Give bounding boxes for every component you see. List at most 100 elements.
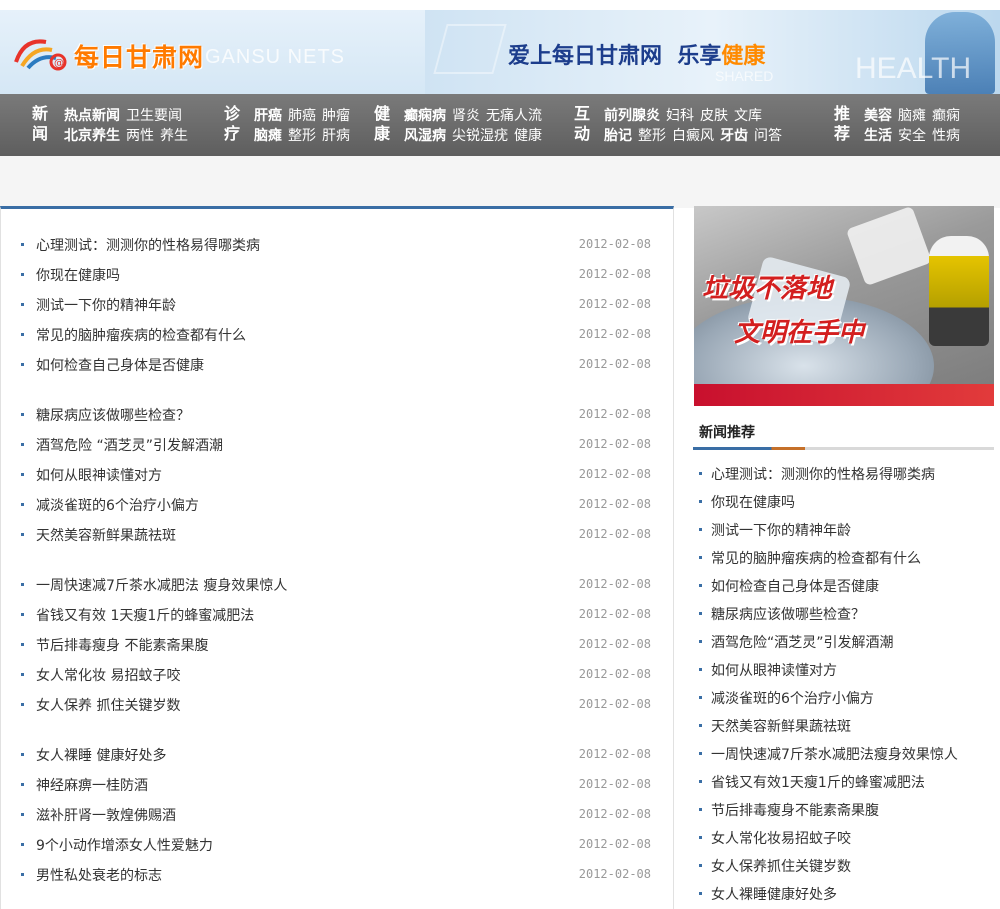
bullet-icon <box>21 703 24 706</box>
recommend-list-item: 你现在健康吗 <box>699 491 989 513</box>
news-title-link[interactable]: 女人保养 抓住关键岁数 <box>36 695 180 715</box>
recommend-list-item: 女人裸睡健康好处多 <box>699 883 989 905</box>
recommend-title-link[interactable]: 一周快速减7斤茶水减肥法瘦身效果惊人 <box>711 744 958 764</box>
nav-link[interactable]: 肿瘤 <box>322 108 350 124</box>
nav-link[interactable]: 两性 <box>126 128 154 144</box>
nav-link[interactable]: 整形 <box>638 128 666 144</box>
sidebar: 垃圾不落地 文明在手中 新闻推荐 心理测试：测测你的性格易得哪类病 你现在健康吗测… <box>693 206 994 909</box>
nav-link[interactable]: 整形 <box>288 128 316 144</box>
news-title-link[interactable]: 天然美容新鲜果蔬祛斑 <box>36 525 176 545</box>
bullet-icon <box>699 640 702 643</box>
news-date: 2012-02-08 <box>578 777 651 791</box>
promo-photo[interactable]: 垃圾不落地 文明在手中 <box>694 206 994 406</box>
recommend-title-link[interactable]: 天然美容新鲜果蔬祛斑 <box>711 716 851 736</box>
nav-link[interactable]: 癫痫病 <box>404 108 446 124</box>
recommend-title-link[interactable]: 女人裸睡健康好处多 <box>711 884 837 904</box>
news-date: 2012-02-08 <box>578 497 651 511</box>
nav-link[interactable]: 生活 <box>864 128 892 144</box>
recommend-title-link[interactable]: 如何从眼神读懂对方 <box>711 660 837 680</box>
news-title-link[interactable]: 如何从眼神读懂对方 <box>36 465 162 485</box>
recommend-title-link[interactable]: 糖尿病应该做哪些检查？ <box>711 604 865 624</box>
recommend-title-link[interactable]: 酒驾危险“酒芝灵”引发解酒潮 <box>711 632 894 652</box>
nav-link[interactable]: 美容 <box>864 108 892 124</box>
recommend-title-link[interactable]: 心理测试：测测你的性格易得哪类病 <box>711 464 935 484</box>
nav-link[interactable]: 皮肤 <box>700 108 728 124</box>
news-title-link[interactable]: 你现在健康吗 <box>36 265 120 285</box>
news-title-link[interactable]: 酒驾危险 “酒芝灵”引发解酒潮 <box>36 435 223 455</box>
recommend-title-link[interactable]: 减淡雀斑的6个治疗小偏方 <box>711 688 874 708</box>
recommend-list-item: 女人常化妆易招蚊子咬 <box>699 827 989 849</box>
news-title-link[interactable]: 神经麻痹一桂防酒 <box>36 775 148 795</box>
nav-link[interactable]: 白癜风 <box>672 128 714 144</box>
recommend-title-link[interactable]: 节后排毒瘦身不能素斋果腹 <box>711 800 879 820</box>
recommend-title-link[interactable]: 测试一下你的精神年龄 <box>711 520 851 540</box>
news-date: 2012-02-08 <box>578 667 651 681</box>
logo-swirl-icon: @ <box>14 39 67 71</box>
nav-category-char: 动 <box>573 124 590 143</box>
nav-link[interactable]: 尖锐湿疣 <box>452 128 508 144</box>
recommend-title-link[interactable]: 省钱又有效1天瘦1斤的蜂蜜减肥法 <box>711 772 925 792</box>
news-title-link[interactable]: 测试一下你的精神年龄 <box>36 295 176 315</box>
recommend-title-link[interactable]: 女人常化妆易招蚊子咬 <box>711 828 851 848</box>
nav-link[interactable]: 养生 <box>160 128 188 144</box>
news-title-link[interactable]: 减淡雀斑的6个治疗小偏方 <box>36 495 199 515</box>
recommend-title-link[interactable]: 你现在健康吗 <box>711 492 795 512</box>
nav-link[interactable]: 癫痫 <box>932 108 960 124</box>
nav-link[interactable]: 风湿病 <box>404 128 446 144</box>
nav-link[interactable]: 安全 <box>898 128 926 144</box>
nav-link[interactable]: 肺癌 <box>288 108 316 124</box>
nav-category: 互动 <box>572 104 592 144</box>
nav-link[interactable]: 妇科 <box>666 108 694 124</box>
nav-link[interactable]: 肝病 <box>322 128 350 144</box>
nav-link[interactable]: 性病 <box>932 128 960 144</box>
nav-link[interactable]: 牙齿 <box>720 128 748 144</box>
nav-link[interactable]: 肾炎 <box>452 108 480 124</box>
news-title-link[interactable]: 省钱又有效 1天瘦1斤的蜂蜜减肥法 <box>36 605 254 625</box>
nav-link[interactable]: 文库 <box>734 108 762 124</box>
recommend-header: 新闻推荐 <box>693 418 994 450</box>
recommend-list-item: 节后排毒瘦身不能素斋果腹 <box>699 799 989 821</box>
nav-link[interactable]: 健康 <box>514 128 542 144</box>
nav-link-row: 肝癌 肺癌 肿瘤 <box>254 106 356 126</box>
nav-link[interactable]: 脑瘫 <box>898 108 926 124</box>
news-list-item: 神经麻痹一桂防酒 2012-02-08 <box>21 774 657 796</box>
news-title-link[interactable]: 滋补肝肾一敦煌佛赐酒 <box>36 805 176 825</box>
recommend-title-link[interactable]: 如何检查自己身体是否健康 <box>711 576 879 596</box>
nav-link[interactable]: 脑瘫 <box>254 128 282 144</box>
bullet-icon <box>699 696 702 699</box>
news-title-link[interactable]: 男性私处衰老的标志 <box>36 865 162 885</box>
nav-link-row: 脑瘫 整形 肝病 <box>254 126 356 146</box>
recommend-title-link[interactable]: 女人保养抓住关键岁数 <box>711 856 851 876</box>
recommend-title-link[interactable]: 常见的脑肿瘤疾病的检查都有什么 <box>711 548 921 568</box>
news-title-link[interactable]: 一周快速减7斤茶水减肥法 瘦身效果惊人 <box>36 575 287 595</box>
news-list-panel: 心理测试：测测你的性格易得哪类病 2012-02-08 你现在健康吗 2012-02-… <box>0 206 674 909</box>
recommend-underline <box>693 447 805 450</box>
news-title-link[interactable]: 节后排毒瘦身 不能素斋果腹 <box>36 635 208 655</box>
nav-link[interactable]: 北京养生 <box>64 128 120 144</box>
svg-text:@: @ <box>54 58 64 69</box>
news-title-link[interactable]: 9个小动作增添女人性爱魅力 <box>36 835 213 855</box>
news-title-link[interactable]: 糖尿病应该做哪些检查？ <box>36 405 190 425</box>
news-date: 2012-02-08 <box>578 297 651 311</box>
news-title-link[interactable]: 常见的脑肿瘤疾病的检查都有什么 <box>36 325 246 345</box>
nav-link[interactable]: 胎记 <box>604 128 632 144</box>
nav-link[interactable]: 问答 <box>754 128 782 144</box>
recommend-list-item: 省钱又有效1天瘦1斤的蜂蜜减肥法 <box>699 771 989 793</box>
news-title-link[interactable]: 心理测试：测测你的性格易得哪类病 <box>36 235 260 255</box>
news-title-link[interactable]: 如何检查自己身体是否健康 <box>36 355 204 375</box>
nav-category-char: 推 <box>833 104 850 123</box>
news-title-link[interactable]: 女人常化妆 易招蚊子咬 <box>36 665 180 685</box>
nav-link[interactable]: 卫生要闻 <box>126 108 182 124</box>
news-title-link[interactable]: 女人裸睡 健康好处多 <box>36 745 166 765</box>
news-date: 2012-02-08 <box>578 837 651 851</box>
news-date: 2012-02-08 <box>578 867 651 881</box>
nav-link[interactable]: 前列腺炎 <box>604 108 660 124</box>
nav-link[interactable]: 热点新闻 <box>64 108 120 124</box>
site-logo[interactable]: @ 每日甘肃网 <box>12 24 212 74</box>
news-date: 2012-02-08 <box>578 637 651 651</box>
nav-link[interactable]: 无痛人流 <box>486 108 542 124</box>
nav-link[interactable]: 肝癌 <box>254 108 282 124</box>
news-list-item: 省钱又有效 1天瘦1斤的蜂蜜减肥法 2012-02-08 <box>21 604 657 626</box>
news-list-item: 9个小动作增添女人性爱魅力 2012-02-08 <box>21 834 657 856</box>
nav-category-char: 新 <box>31 104 48 123</box>
